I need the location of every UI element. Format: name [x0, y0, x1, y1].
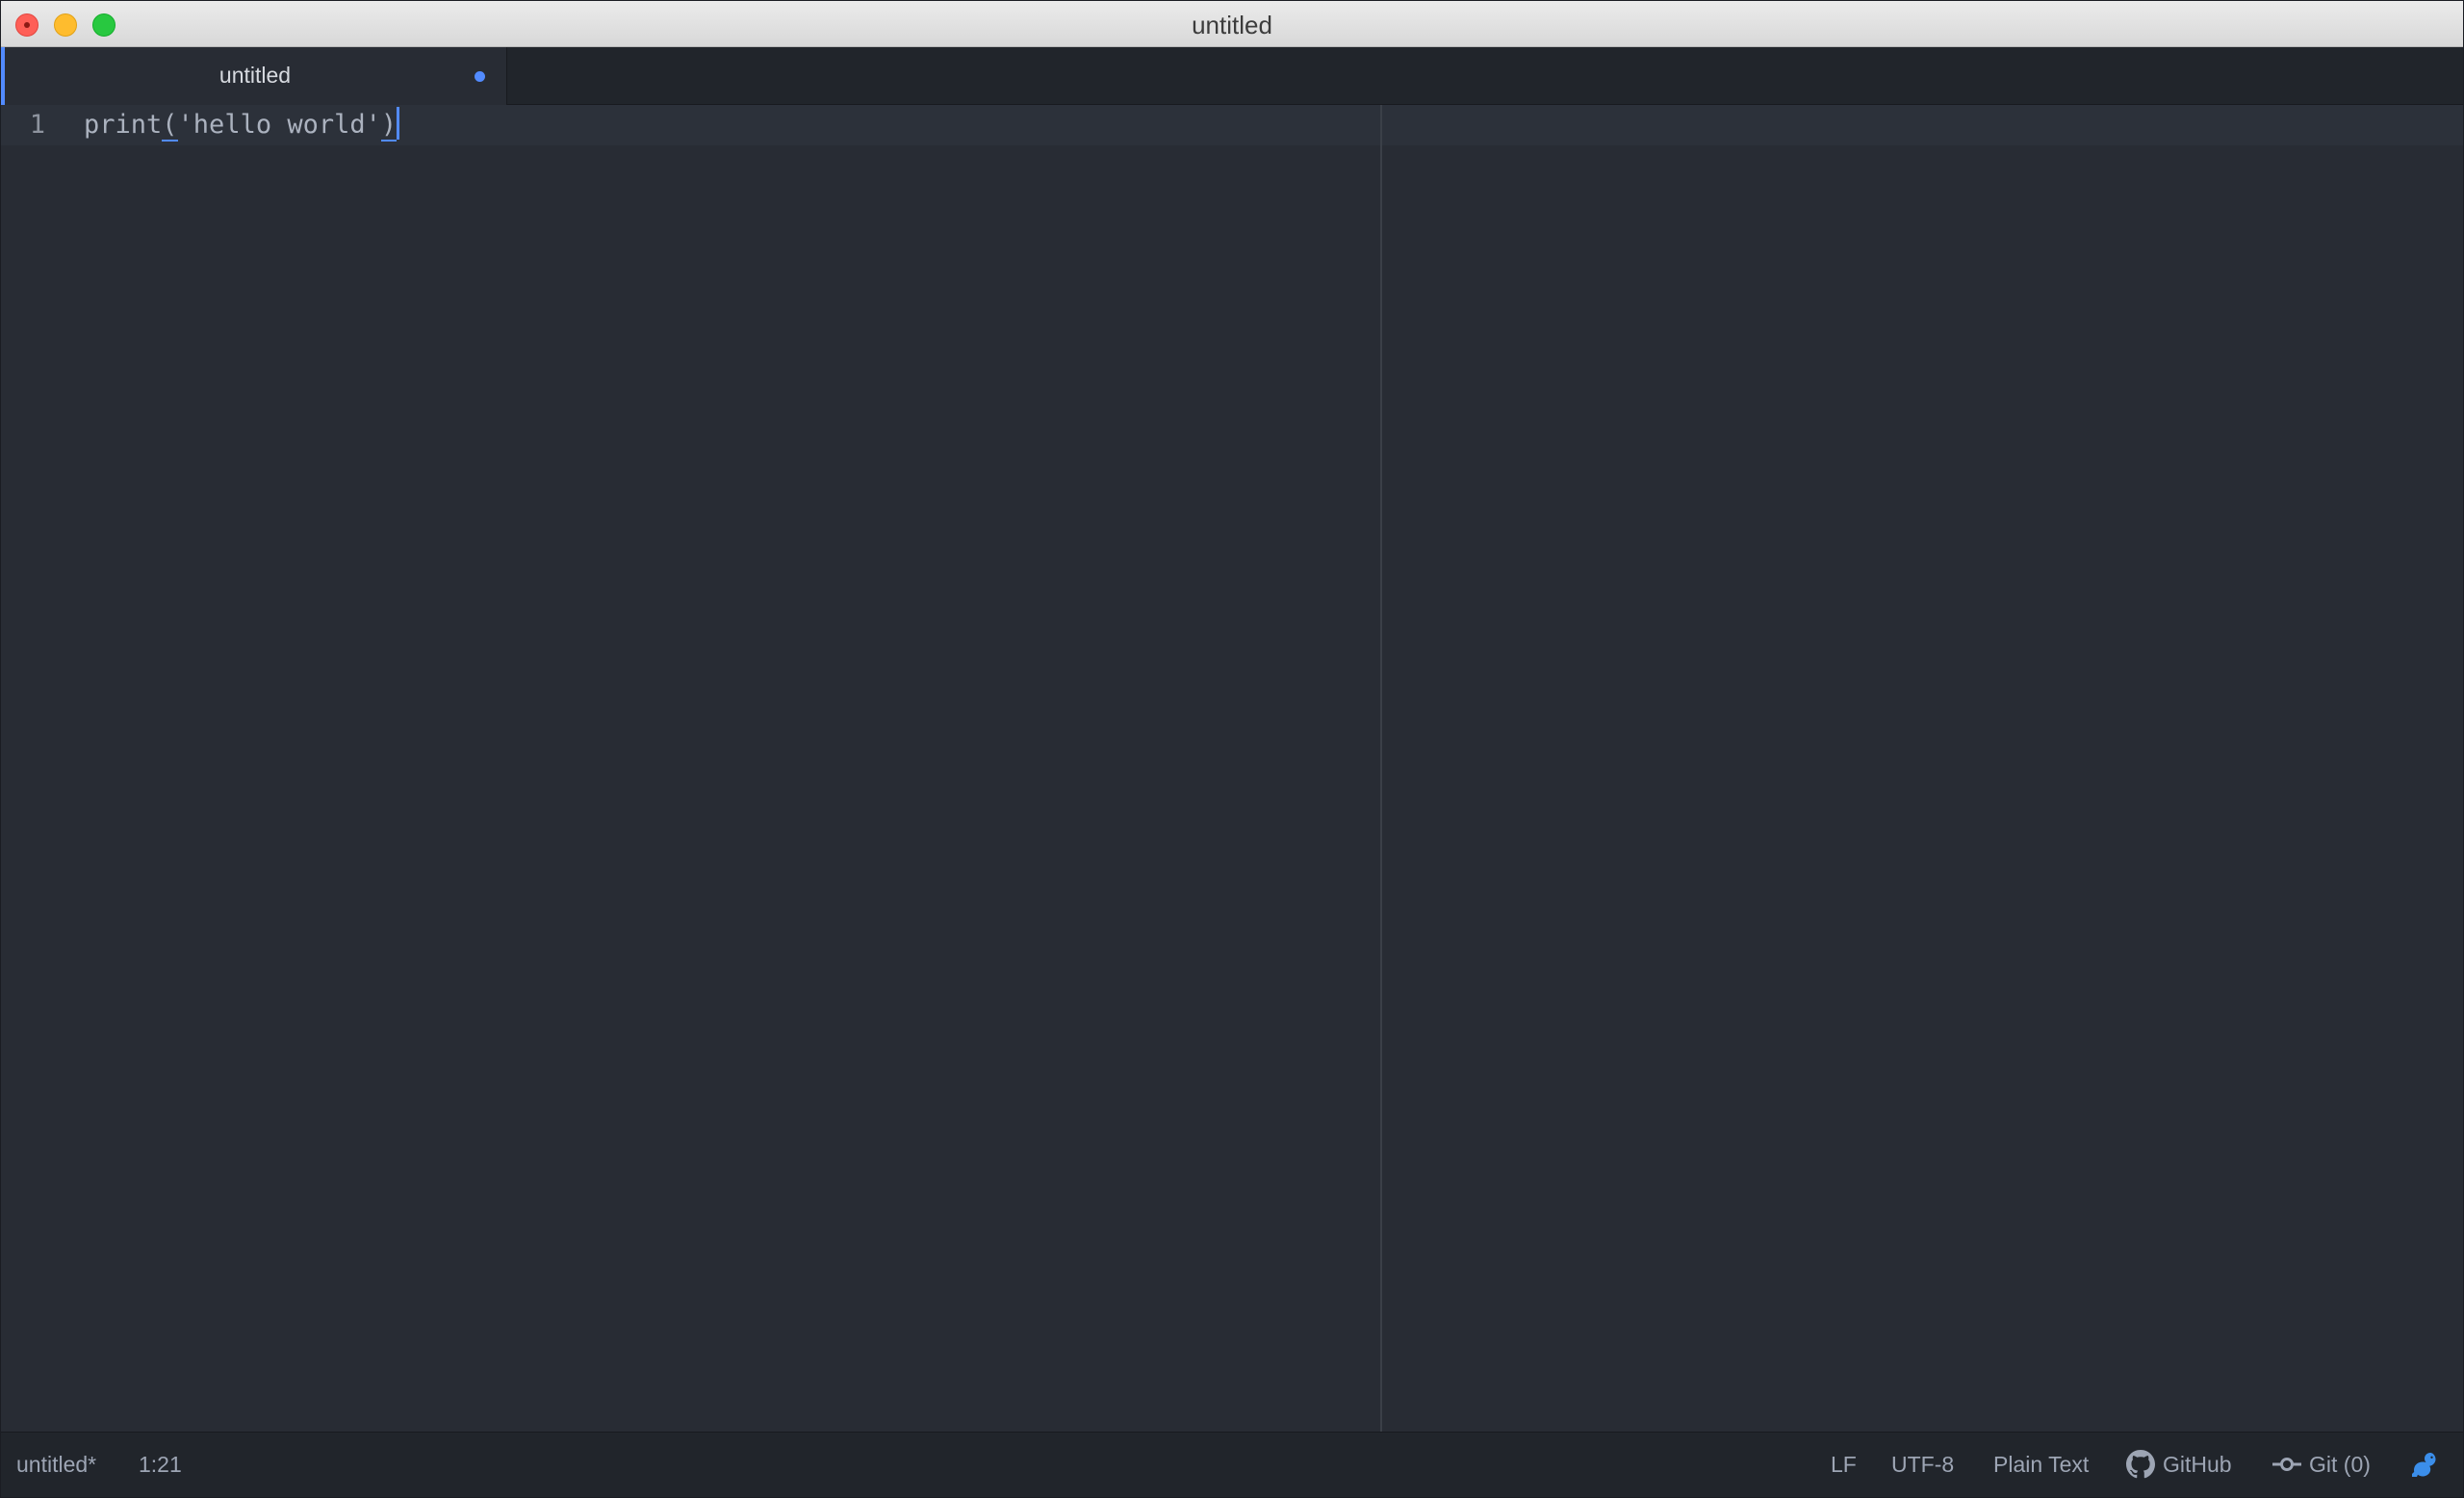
github-icon	[2126, 1449, 2155, 1479]
status-update-available[interactable]	[2409, 1433, 2440, 1496]
tab-bar: untitled	[1, 47, 2463, 105]
code-line[interactable]: print('hello world')	[84, 105, 400, 145]
modified-indicator-icon[interactable]	[475, 71, 485, 82]
wrap-guide	[1380, 105, 1382, 1432]
text-cursor	[397, 107, 400, 140]
matched-bracket-open: (	[162, 110, 178, 142]
app-window: untitled untitled 1 print('hello world')…	[0, 0, 2464, 1498]
matched-bracket-close: )	[380, 110, 398, 142]
line-number-gutter[interactable]: 1	[1, 105, 68, 1432]
status-github-label: GitHub	[2163, 1452, 2232, 1477]
window-title: untitled	[1192, 11, 1272, 39]
squirrel-update-icon	[2412, 1452, 2436, 1477]
status-git[interactable]: Git (0)	[2272, 1433, 2371, 1496]
status-cursor-position[interactable]: 1:21	[139, 1433, 182, 1496]
line-number: 1	[29, 110, 45, 140]
status-git-label: Git (0)	[2309, 1452, 2371, 1477]
tab-title: untitled	[218, 63, 292, 88]
status-file-name[interactable]: untitled*	[16, 1433, 96, 1496]
title-bar[interactable]: untitled	[1, 1, 2463, 47]
tab-untitled[interactable]: untitled	[1, 47, 507, 105]
status-encoding[interactable]: UTF-8	[1891, 1433, 1954, 1496]
status-line-ending[interactable]: LF	[1831, 1433, 1857, 1496]
code-token: print	[84, 110, 163, 140]
status-github[interactable]: GitHub	[2126, 1433, 2232, 1496]
git-commit-icon	[2272, 1457, 2301, 1471]
text-editor[interactable]: 1 print('hello world')	[1, 105, 2463, 1432]
status-bar: untitled* 1:21 LF UTF-8 Plain Text GitHu…	[1, 1432, 2463, 1497]
status-grammar[interactable]: Plain Text	[1993, 1433, 2089, 1496]
string-token: 'hello world'	[177, 110, 381, 140]
